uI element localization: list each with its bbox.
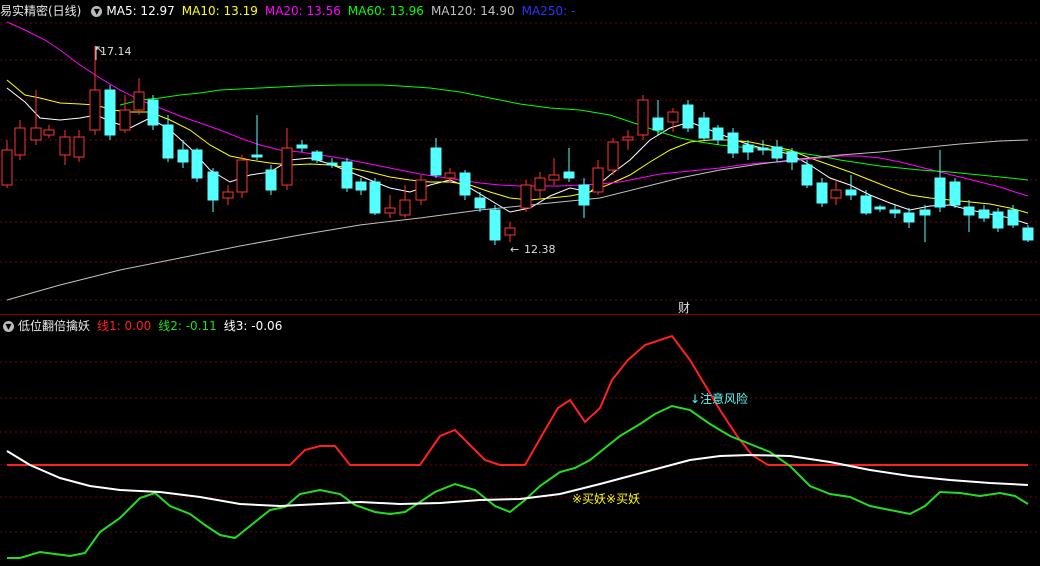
candle[interactable] xyxy=(222,185,234,205)
candle[interactable] xyxy=(637,95,649,140)
buy-signal: ※买妖※买妖 xyxy=(572,492,640,506)
candle[interactable] xyxy=(59,130,71,165)
candle[interactable] xyxy=(698,112,710,140)
candle[interactable] xyxy=(578,178,590,218)
candle[interactable] xyxy=(474,192,486,212)
candle[interactable] xyxy=(801,160,813,188)
indicator-lines xyxy=(6,334,1029,559)
candle[interactable] xyxy=(1007,205,1019,228)
candle[interactable] xyxy=(14,120,26,160)
svg-text:←: ← xyxy=(510,243,519,256)
candle[interactable] xyxy=(949,178,961,208)
candle[interactable] xyxy=(296,140,308,152)
candle[interactable] xyxy=(384,195,396,218)
candle[interactable] xyxy=(682,100,694,132)
candle[interactable] xyxy=(816,178,828,207)
candle[interactable] xyxy=(369,178,381,215)
candle[interactable] xyxy=(992,208,1004,232)
ma120-line xyxy=(6,139,1029,301)
candle[interactable] xyxy=(43,125,55,138)
chart-annotations: 17.14 ↖ ← 12.38 ↓注意风险 ※买妖※买妖 xyxy=(95,43,748,506)
line1-curve xyxy=(7,334,1028,466)
svg-text:↖: ↖ xyxy=(95,43,104,56)
candle[interactable] xyxy=(592,160,604,195)
line2-curve xyxy=(7,404,1029,559)
candle[interactable] xyxy=(534,172,546,198)
candle[interactable] xyxy=(919,205,931,242)
candle[interactable] xyxy=(341,158,353,192)
low-price-label: 12.38 xyxy=(524,243,556,256)
candle[interactable] xyxy=(771,140,783,162)
candle[interactable] xyxy=(563,148,575,182)
candle[interactable] xyxy=(548,158,560,185)
kline-chart[interactable]: 17.14 ↖ ← 12.38 ↓注意风险 ※买妖※买妖 xyxy=(0,0,1040,566)
candle[interactable] xyxy=(119,95,131,133)
candle[interactable] xyxy=(104,85,116,140)
candle[interactable] xyxy=(712,125,724,145)
candle[interactable] xyxy=(265,165,277,195)
high-price-label: 17.14 xyxy=(100,45,132,58)
candle[interactable] xyxy=(1,140,13,188)
candle[interactable] xyxy=(489,205,501,245)
ma60-line xyxy=(119,84,1029,181)
candle[interactable] xyxy=(459,170,471,200)
candle[interactable] xyxy=(89,46,101,135)
moving-average-lines xyxy=(6,21,1029,301)
candle[interactable] xyxy=(236,155,248,198)
candle[interactable] xyxy=(963,200,975,232)
candle[interactable] xyxy=(251,115,263,160)
candle[interactable] xyxy=(147,95,159,130)
candlesticks[interactable] xyxy=(1,46,1034,245)
candle[interactable] xyxy=(415,175,427,205)
candle[interactable] xyxy=(652,100,664,135)
candle[interactable] xyxy=(504,222,516,242)
candle[interactable] xyxy=(191,148,203,182)
candle[interactable] xyxy=(889,205,901,218)
candle[interactable] xyxy=(207,168,219,212)
candle[interactable] xyxy=(830,180,842,205)
candle[interactable] xyxy=(162,115,174,162)
candle[interactable] xyxy=(727,128,739,158)
candle[interactable] xyxy=(934,150,946,212)
grid-lines xyxy=(0,22,1040,533)
candle[interactable] xyxy=(430,138,442,178)
candle[interactable] xyxy=(860,190,872,215)
candle[interactable] xyxy=(978,205,990,222)
candle[interactable] xyxy=(622,130,634,150)
risk-warning: ↓注意风险 xyxy=(690,391,748,406)
candle[interactable] xyxy=(874,205,886,212)
candle[interactable] xyxy=(520,180,532,212)
candle[interactable] xyxy=(757,140,769,155)
candle[interactable] xyxy=(355,178,367,195)
candle[interactable] xyxy=(133,78,145,115)
candle[interactable] xyxy=(281,128,293,190)
candle[interactable] xyxy=(73,130,85,162)
candle[interactable] xyxy=(607,138,619,175)
candle[interactable] xyxy=(1022,225,1034,242)
ma20-line xyxy=(6,21,1029,197)
candle[interactable] xyxy=(903,208,915,228)
